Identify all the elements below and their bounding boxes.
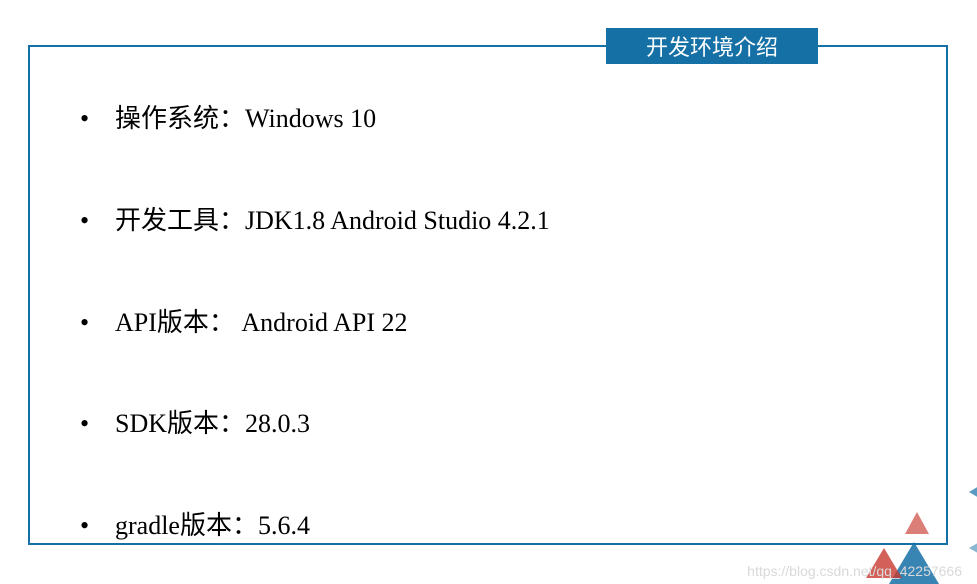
watermark: https://blog.csdn.net/qq_42257666 bbox=[747, 563, 962, 579]
decoration-triangle-icon bbox=[905, 512, 929, 534]
title-tab: 开发环境介绍 bbox=[606, 28, 818, 64]
decoration-triangle-icon bbox=[969, 540, 977, 556]
list-item: 操作系统：Windows 10 bbox=[115, 102, 896, 136]
list-item: gradle版本：5.6.4 bbox=[115, 509, 896, 543]
list-item: 开发工具：JDK1.8 Android Studio 4.2.1 bbox=[115, 204, 896, 238]
content-box: 操作系统：Windows 10 开发工具：JDK1.8 Android Stud… bbox=[28, 45, 948, 545]
list-item: API版本： Android API 22 bbox=[115, 306, 896, 340]
bullet-list: 操作系统：Windows 10 开发工具：JDK1.8 Android Stud… bbox=[30, 47, 946, 543]
list-item: SDK版本：28.0.3 bbox=[115, 407, 896, 441]
decoration-triangle-icon bbox=[969, 480, 977, 504]
title-text: 开发环境介绍 bbox=[646, 30, 778, 62]
